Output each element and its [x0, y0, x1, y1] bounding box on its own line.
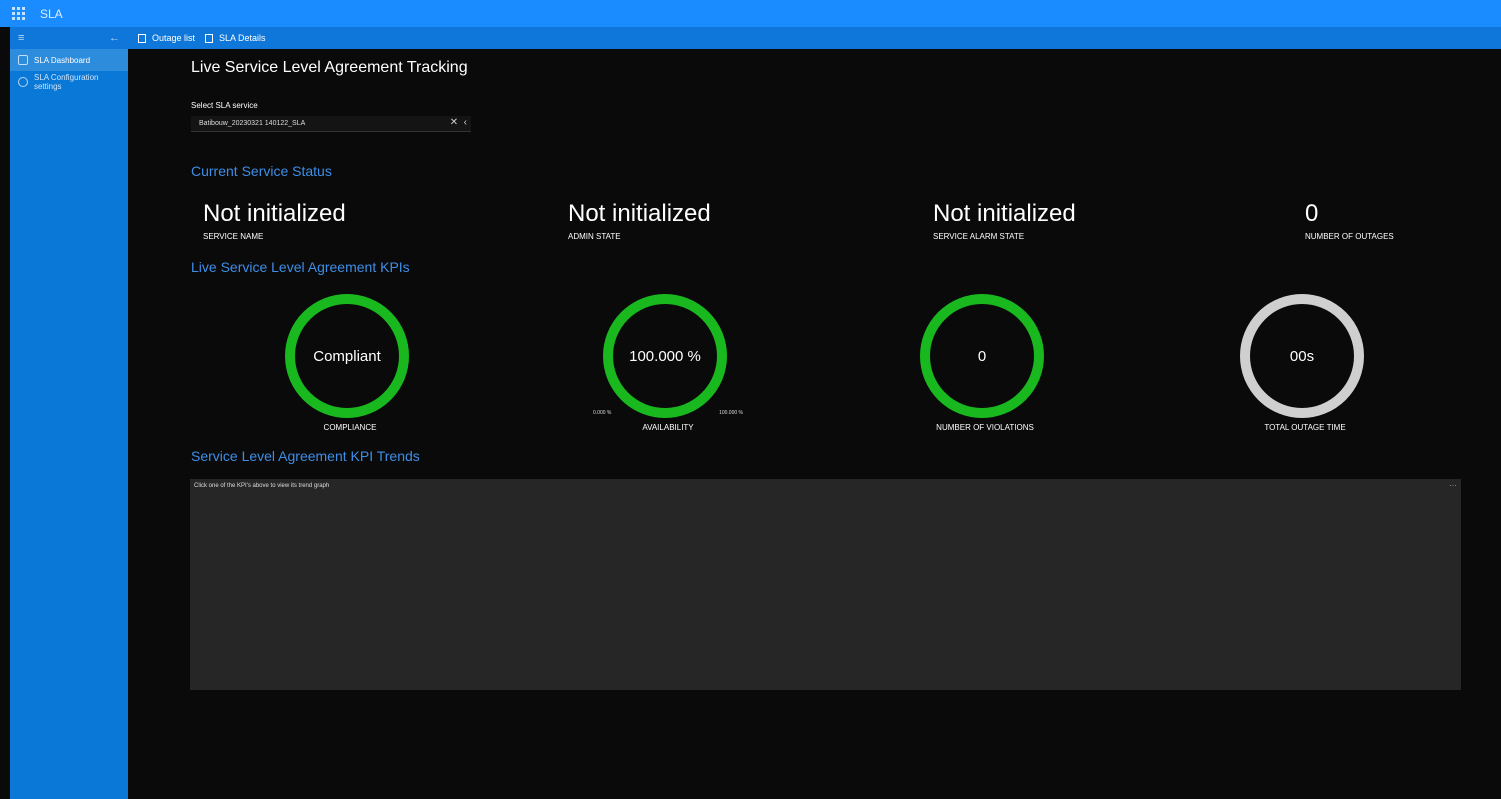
sidebar-item-sla-dashboard[interactable]: SLA Dashboard — [10, 49, 128, 71]
stat-label: SERVICE NAME — [203, 232, 264, 241]
app-launcher-icon[interactable] — [12, 6, 26, 21]
gauge-ring: 100.000 % — [603, 294, 727, 418]
sidebar: SLA Dashboard SLA Configuration settings — [10, 49, 128, 799]
dashboard-icon — [18, 55, 28, 65]
gauge-ring: 0 — [920, 294, 1044, 418]
nav-controls: ≡ ← — [10, 32, 128, 44]
kpi-total-outage-time[interactable]: 00s TOTAL OUTAGE TIME — [1240, 294, 1370, 444]
gauge-value: 00s — [1289, 347, 1315, 365]
stat-admin-state: Not initialized ADMIN STATE — [568, 200, 711, 241]
kpi-availability[interactable]: 100.000 % 0.000 % 100.000 % AVAILABILITY — [593, 294, 743, 444]
stat-label: NUMBER OF OUTAGES — [1305, 232, 1394, 241]
tab-outage-list[interactable]: Outage list — [138, 33, 195, 43]
gauge-ring: 00s — [1240, 294, 1364, 418]
stat-value: Not initialized — [933, 200, 1076, 227]
kpi-number-of-violations[interactable]: 0 NUMBER OF VIOLATIONS — [920, 294, 1050, 444]
sidebar-item-label: SLA Dashboard — [34, 55, 91, 65]
stat-value: Not initialized — [568, 200, 711, 227]
gauge-label: NUMBER OF VIOLATIONS — [936, 423, 1034, 432]
section-live-sla-kpis: Live Service Level Agreement KPIs — [191, 259, 410, 275]
gauge-value: Compliant — [313, 347, 381, 365]
document-icon — [205, 33, 214, 43]
select-value: Batibouw_20230321 140122_SLA — [199, 120, 306, 127]
main-content: Live Service Level Agreement Tracking Se… — [128, 49, 1501, 799]
stat-label: ADMIN STATE — [568, 232, 621, 241]
trend-hint: Click one of the KPI's above to view its… — [194, 483, 330, 489]
gear-icon — [18, 77, 28, 87]
gauge-value: 100.000 % — [629, 347, 701, 365]
gauge-label: COMPLIANCE — [323, 423, 377, 432]
stat-service-name: Not initialized SERVICE NAME — [203, 200, 346, 241]
kpi-compliance[interactable]: Compliant COMPLIANCE — [285, 294, 415, 444]
stat-value: Not initialized — [203, 200, 346, 227]
tab-label: SLA Details — [219, 33, 266, 43]
section-sla-kpi-trends: Service Level Agreement KPI Trends — [191, 448, 420, 464]
gauge-min: 0.000 % — [593, 410, 612, 416]
clipboard-icon — [138, 33, 146, 43]
select-label: Select SLA service — [191, 101, 258, 110]
hamburger-icon[interactable]: ≡ — [18, 32, 24, 44]
sidebar-item-label: SLA Configuration settings — [33, 73, 99, 91]
gauge-label: TOTAL OUTAGE TIME — [1264, 423, 1346, 432]
select-controls: ✕ ‹ — [450, 117, 467, 128]
gauge-ring: Compliant — [285, 294, 409, 418]
more-options-icon[interactable]: ··· — [1449, 481, 1457, 490]
app-header: SLA — [0, 0, 1501, 27]
tab-sla-details[interactable]: SLA Details — [205, 33, 266, 43]
section-current-service-status: Current Service Status — [191, 163, 332, 179]
chevron-left-icon[interactable]: ‹ — [464, 117, 467, 128]
clear-icon[interactable]: ✕ — [450, 117, 458, 128]
app-title: SLA — [40, 6, 63, 21]
gauge-value: 0 — [977, 347, 987, 365]
sidebar-item-sla-configuration[interactable]: SLA Configuration settings — [10, 71, 128, 93]
gauge-label: AVAILABILITY — [642, 423, 694, 432]
stat-value: 0 — [1305, 200, 1319, 227]
stat-service-alarm-state: Not initialized SERVICE ALARM STATE — [933, 200, 1076, 241]
stat-number-of-outages: 0 NUMBER OF OUTAGES — [1305, 200, 1394, 241]
back-arrow-icon[interactable]: ← — [109, 32, 120, 44]
trend-graph-panel[interactable]: Click one of the KPI's above to view its… — [190, 479, 1461, 690]
sla-service-select[interactable]: Batibouw_20230321 140122_SLA ✕ ‹ — [191, 116, 471, 132]
stat-label: SERVICE ALARM STATE — [933, 232, 1025, 241]
tab-label: Outage list — [152, 33, 196, 43]
page-title: Live Service Level Agreement Tracking — [191, 59, 468, 76]
gauge-max: 100.000 % — [719, 410, 743, 416]
top-nav: ≡ ← Outage list SLA Details — [10, 27, 1501, 49]
